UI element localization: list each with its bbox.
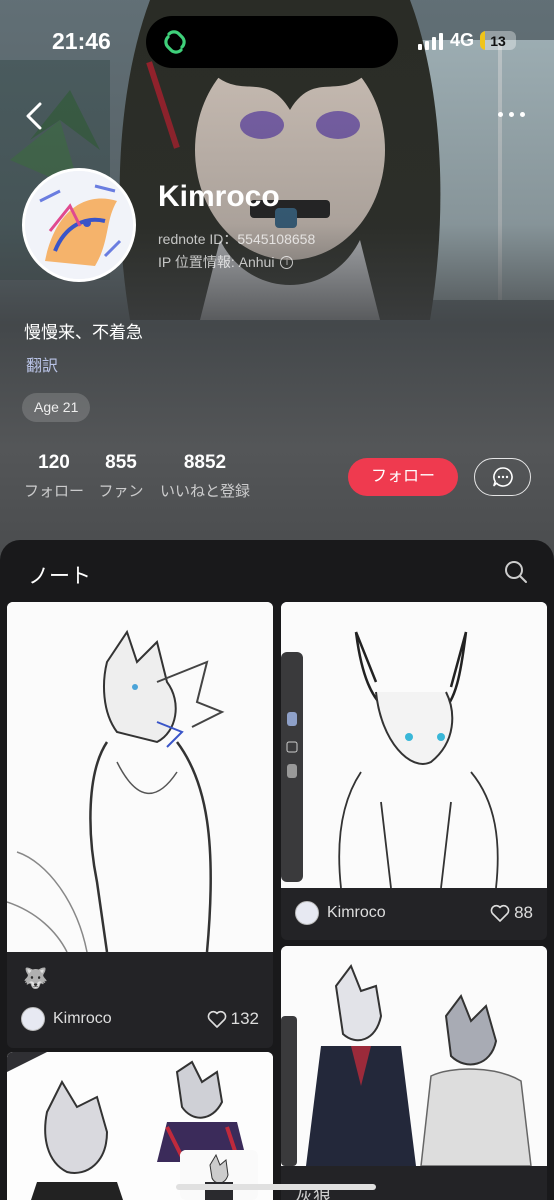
battery-level: 13 bbox=[490, 32, 506, 49]
message-icon bbox=[492, 467, 513, 487]
note-image bbox=[281, 602, 547, 888]
status-time: 21:46 bbox=[52, 28, 111, 54]
note-image bbox=[7, 602, 273, 952]
rednote-id: rednote ID：5545108658 bbox=[158, 231, 316, 247]
notes-tab-title[interactable]: ノート bbox=[28, 560, 91, 590]
like-count: 132 bbox=[230, 1009, 259, 1028]
stat-label: フォロー bbox=[23, 483, 84, 500]
note-card[interactable]: Kimroco 88 bbox=[281, 602, 547, 940]
stat-following[interactable]: 120 フォロー bbox=[22, 452, 86, 501]
battery-icon: 13 bbox=[480, 31, 516, 50]
home-indicator[interactable] bbox=[176, 1184, 376, 1190]
stat-value: 855 bbox=[105, 452, 137, 473]
stat-value: 8852 bbox=[183, 452, 227, 473]
back-icon bbox=[26, 102, 42, 130]
note-card[interactable]: 🐺 Kimroco 132 bbox=[7, 602, 273, 1048]
status-bar: 21:46 4G 13 bbox=[0, 0, 554, 80]
battery-level-fill bbox=[480, 31, 485, 50]
more-icon bbox=[498, 111, 503, 117]
note-footer: Kimroco 132 bbox=[21, 1004, 259, 1034]
note-emoji: 🐺 bbox=[23, 968, 48, 990]
heart-icon[interactable] bbox=[207, 1010, 227, 1028]
heart-icon[interactable] bbox=[490, 904, 510, 922]
stat-fans[interactable]: 855 ファン bbox=[95, 452, 147, 501]
dynamic-island bbox=[146, 16, 398, 68]
notes-panel: ノート 🐺 Kimroco 132 Kimroco 88 灰狼 bbox=[0, 540, 554, 1200]
note-image bbox=[281, 946, 547, 1166]
note-footer: Kimroco 88 bbox=[295, 898, 533, 928]
stat-label: ファン bbox=[98, 483, 144, 500]
author-avatar[interactable] bbox=[295, 901, 319, 925]
stat-likes[interactable]: 8852 いいねと登録 bbox=[157, 452, 253, 501]
like-count: 88 bbox=[514, 903, 533, 922]
stat-label: いいねと登録 bbox=[159, 483, 250, 500]
ip-location-text: IP 位置情報: Anhui bbox=[158, 254, 275, 270]
avatar[interactable] bbox=[22, 168, 136, 282]
app-link-icon bbox=[164, 30, 186, 54]
translate-link[interactable]: 翻訳 bbox=[26, 352, 58, 376]
stat-value: 120 bbox=[38, 452, 70, 473]
back-button[interactable] bbox=[20, 98, 50, 134]
author-avatar[interactable] bbox=[21, 1007, 45, 1031]
bio: 慢慢来、不着急 bbox=[24, 323, 143, 342]
search-button[interactable] bbox=[504, 560, 528, 584]
note-card[interactable]: 灰狼 bbox=[281, 946, 547, 1200]
more-button[interactable] bbox=[498, 104, 532, 124]
info-icon[interactable]: i bbox=[280, 255, 294, 269]
message-button[interactable] bbox=[474, 458, 531, 496]
username: Kimroco bbox=[158, 180, 280, 213]
follow-button[interactable]: フォロー bbox=[348, 458, 458, 496]
floating-preview[interactable] bbox=[180, 1150, 258, 1200]
signal-icon bbox=[417, 32, 444, 50]
age-badge: Age 21 bbox=[22, 393, 91, 422]
note-author[interactable]: Kimroco bbox=[327, 904, 490, 922]
search-icon bbox=[505, 561, 527, 583]
note-author[interactable]: Kimroco bbox=[53, 1010, 207, 1028]
network-label: 4G bbox=[449, 30, 474, 50]
ip-location: IP 位置情報: Anhui i bbox=[158, 252, 294, 272]
